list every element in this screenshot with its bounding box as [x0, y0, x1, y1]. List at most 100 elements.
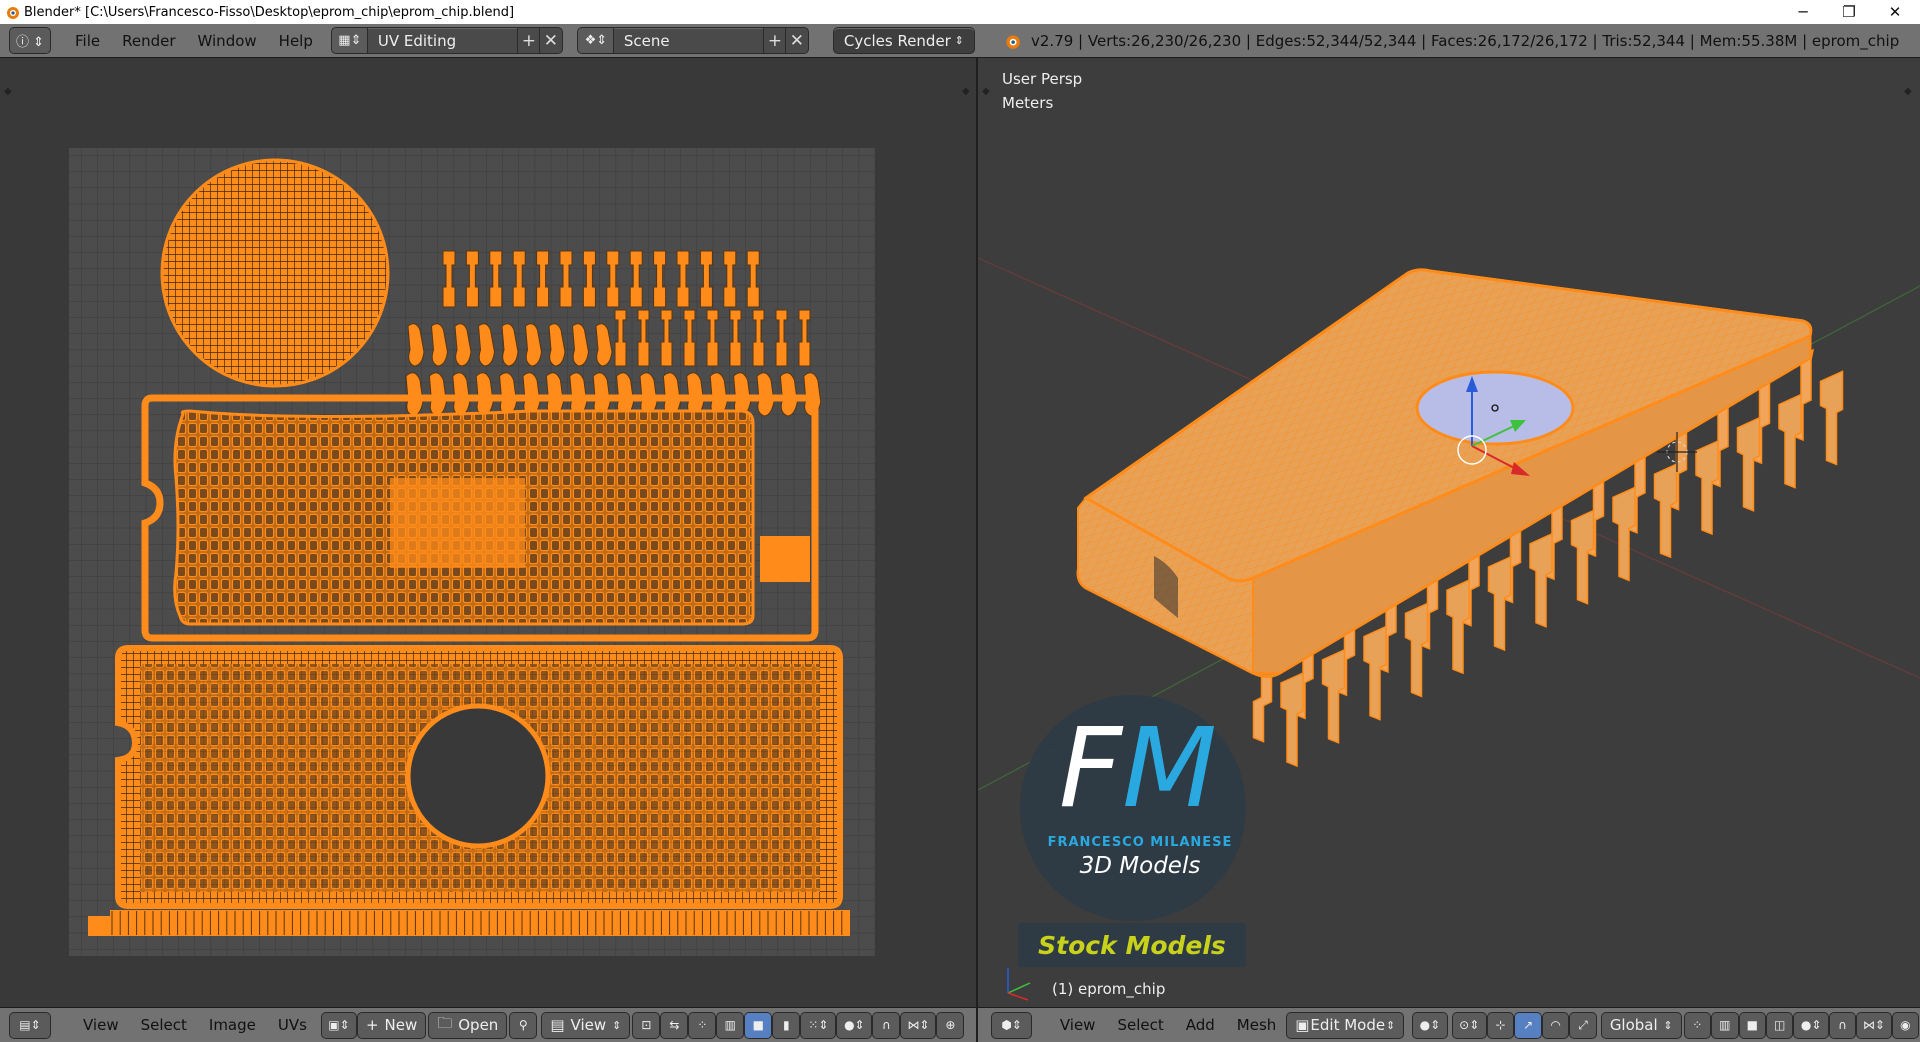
select-edge-button[interactable]: ▥: [717, 1012, 744, 1038]
edit-mode-icon: ▣: [1295, 1016, 1310, 1034]
menu-help[interactable]: Help: [268, 32, 324, 50]
view-mode-label: View: [570, 1016, 607, 1034]
snap-element-button[interactable]: ⋈⇕: [1857, 1012, 1891, 1038]
select-island-button[interactable]: ▮: [773, 1012, 800, 1038]
3d-viewport[interactable]: User Persp Meters (1) eprom_chip ◆ ◆ FM …: [978, 58, 1920, 1007]
new-image-button[interactable]: + New: [357, 1012, 426, 1038]
pivot-button[interactable]: ⊡: [633, 1012, 660, 1038]
screen-layout-field[interactable]: UV Editing: [367, 28, 518, 53]
editor-type-3d-button[interactable]: ⬢⇕: [992, 1012, 1032, 1038]
pin-icon: ⚲: [518, 1018, 528, 1032]
occlude-icon: ◫: [1774, 1018, 1786, 1032]
scene-icon: ❖⇕: [584, 33, 608, 48]
select-vertex-button[interactable]: ⁘: [689, 1012, 716, 1038]
occlude-geometry-button[interactable]: ◫: [1766, 1012, 1793, 1038]
uv-menu-select[interactable]: Select: [130, 1016, 198, 1034]
chip-pin-front: [1695, 439, 1719, 536]
viewport-shading-button[interactable]: ●⇕: [1413, 1012, 1447, 1038]
scene-stats: v2.79 | Verts:26,230/26,230 | Edges:52,3…: [1003, 24, 1899, 58]
menu-render[interactable]: Render: [111, 32, 186, 50]
screen-layout-name: UV Editing: [377, 31, 457, 50]
x-icon: ✕: [543, 30, 558, 51]
proportional-edit-button[interactable]: ●⇕: [837, 1012, 872, 1038]
add-screen-button[interactable]: +: [517, 28, 540, 53]
delete-scene-button[interactable]: ✕: [785, 28, 808, 53]
uv-editor-header: ▤⇕ View Select Image UVs ▣⇕ + New 🗀 Open ⚲…: [0, 1007, 976, 1042]
sticky-select-button[interactable]: ⁙⇕: [801, 1012, 836, 1038]
translate-manipulator-button[interactable]: ↗: [1515, 1012, 1541, 1038]
uv-menu-view[interactable]: View: [72, 1016, 130, 1034]
magnet-icon: ∩: [881, 1018, 891, 1032]
chip-window-selection[interactable]: [1415, 370, 1575, 446]
vertex-select-icon: ⁘: [697, 1018, 708, 1032]
screen-layout-browse-button[interactable]: ▦⇕: [331, 28, 368, 53]
scale-manipulator-button[interactable]: ⤢: [1570, 1012, 1596, 1038]
uv-canvas[interactable]: [0, 58, 976, 1007]
add-scene-button[interactable]: +: [763, 28, 786, 53]
interaction-mode-select[interactable]: ▣ Edit Mode ⇕: [1287, 1012, 1404, 1038]
render-preview-button[interactable]: ◉: [1892, 1012, 1919, 1038]
toolshelf-toggle-icon[interactable]: ◆: [4, 86, 14, 100]
vp-menu-view[interactable]: View: [1049, 1016, 1107, 1034]
image-browse-button[interactable]: ▣⇕: [321, 1012, 356, 1038]
view-mode-select[interactable]: ▤ View ⇕: [542, 1012, 630, 1038]
vp-menu-add[interactable]: Add: [1175, 1016, 1226, 1034]
sync-selection-button[interactable]: ⇆: [661, 1012, 688, 1038]
vp-menu-select[interactable]: Select: [1106, 1016, 1174, 1034]
chip-pin-front: [1487, 555, 1512, 652]
edge-select-button[interactable]: ▥: [1712, 1012, 1738, 1038]
properties-toggle-icon[interactable]: ◆: [962, 86, 972, 100]
proportional-edit-button[interactable]: ●⇕: [1794, 1012, 1828, 1038]
scene-name: Scene: [623, 31, 670, 50]
face-select-button[interactable]: ■: [1739, 1012, 1765, 1038]
uv-island-small-rect[interactable]: [760, 536, 810, 582]
render-engine-select[interactable]: Cycles Render ⇕: [833, 28, 974, 53]
image-mode-icon: ▤: [550, 1016, 565, 1034]
delete-screen-button[interactable]: ✕: [539, 28, 562, 53]
layout-grid-icon: ▦⇕: [338, 33, 362, 48]
snap-element-icon: ⋈⇕: [907, 1018, 930, 1032]
editor-type-image-button[interactable]: ▤⇕: [10, 1012, 50, 1038]
proportional-icon: ●⇕: [1800, 1018, 1822, 1032]
uv-menu-uvs[interactable]: UVs: [267, 1016, 318, 1034]
snap-toggle-button[interactable]: ∩: [1829, 1012, 1856, 1038]
editor-type-info-button[interactable]: ⓘ ⇕: [10, 28, 50, 53]
x-icon: ✕: [789, 30, 804, 51]
folder-icon: 🗀: [437, 1013, 453, 1032]
vertex-select-button[interactable]: ⁘: [1684, 1012, 1711, 1038]
watermark-name: FRANCESCO MILANESE: [1047, 835, 1233, 850]
camera-icon: ◉: [1900, 1018, 1911, 1032]
scale-arrow-icon: ⤢: [1578, 1017, 1588, 1032]
snap-toggle-button[interactable]: ∩: [873, 1012, 900, 1038]
pin-image-button[interactable]: ⚲: [510, 1012, 537, 1038]
restore-button[interactable]: ❐: [1826, 0, 1872, 24]
minimize-button[interactable]: ─: [1780, 0, 1826, 24]
eprom-chip-mesh[interactable]: [1076, 268, 1844, 768]
chip-pin-front: [1612, 486, 1636, 582]
snap-element-button[interactable]: ⋈⇕: [901, 1012, 936, 1038]
select-face-button[interactable]: ■: [745, 1012, 772, 1038]
vp-menu-mesh[interactable]: Mesh: [1226, 1016, 1288, 1034]
stats-text: v2.79 | Verts:26,230/26,230 | Edges:52,3…: [1031, 32, 1900, 50]
face-select-icon: ■: [1746, 1018, 1758, 1032]
manipulator-toggle-button[interactable]: ⊹: [1487, 1012, 1514, 1038]
uv-island-circle[interactable]: [160, 158, 390, 388]
transform-orientation-select[interactable]: Global ⇕: [1601, 1012, 1681, 1038]
rotate-manipulator-button[interactable]: ◠: [1542, 1012, 1569, 1038]
open-image-button[interactable]: 🗀 Open: [429, 1012, 507, 1038]
toolshelf-toggle-icon[interactable]: ◆: [982, 86, 992, 100]
axis-orientation-icon: [1007, 968, 1031, 1001]
uv-menu-image[interactable]: Image: [198, 1016, 267, 1034]
close-window-button[interactable]: ✕: [1872, 0, 1918, 24]
render-slot-button[interactable]: ⊕: [937, 1012, 964, 1038]
active-object-label: (1) eprom_chip: [1052, 980, 1166, 998]
sticky-icon: ⁙⇕: [808, 1018, 829, 1032]
pivot-point-button[interactable]: ⊙⇕: [1452, 1012, 1486, 1038]
uv-image-editor[interactable]: ◆ ◆: [0, 58, 976, 1007]
chip-pin-front: [1404, 602, 1429, 698]
menu-file[interactable]: File: [64, 32, 111, 50]
properties-toggle-icon[interactable]: ◆: [1904, 86, 1914, 100]
menu-window[interactable]: Window: [187, 32, 268, 50]
scene-field[interactable]: Scene: [613, 28, 764, 53]
scene-browse-button[interactable]: ❖⇕: [577, 28, 614, 53]
